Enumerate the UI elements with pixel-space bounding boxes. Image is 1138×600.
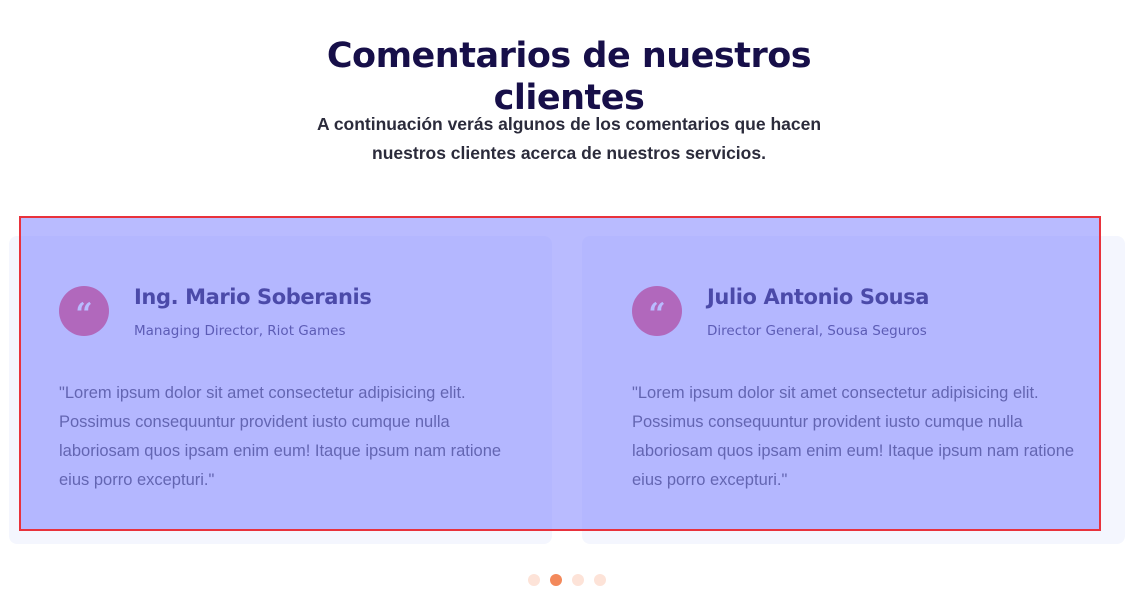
carousel-dot-2[interactable] [550,574,562,586]
section-subtitle: A continuación verás algunos de los come… [0,110,1138,168]
testimonial-card: “ Ing. Mario Soberanis Managing Director… [9,236,552,544]
section-title: Comentarios de nuestros clientes [0,35,1138,119]
testimonial-name: Julio Antonio Sousa [707,285,930,309]
carousel-pagination [528,574,606,586]
testimonial-role: Director General, Sousa Seguros [707,323,927,339]
section-subtitle-line-2: nuestros clientes acerca de nuestros ser… [372,143,766,163]
testimonial-name: Ing. Mario Soberanis [134,285,372,309]
quote-icon: “ [59,286,109,336]
testimonial-role: Managing Director, Riot Games [134,323,346,339]
testimonial-text: "Lorem ipsum dolor sit amet consectetur … [632,384,1075,489]
quote-icon: “ [632,286,682,336]
testimonial-card: “ Julio Antonio Sousa Director General, … [582,236,1125,544]
section-subtitle-line-1: A continuación verás algunos de los come… [316,114,822,134]
testimonial-text: "Lorem ipsum dolor sit amet consectetur … [59,384,502,489]
carousel-dot-3[interactable] [572,574,584,586]
carousel-dot-4[interactable] [594,574,606,586]
section-title-line-1: Comentarios de nuestros [326,36,812,77]
carousel-dot-1[interactable] [528,574,540,586]
